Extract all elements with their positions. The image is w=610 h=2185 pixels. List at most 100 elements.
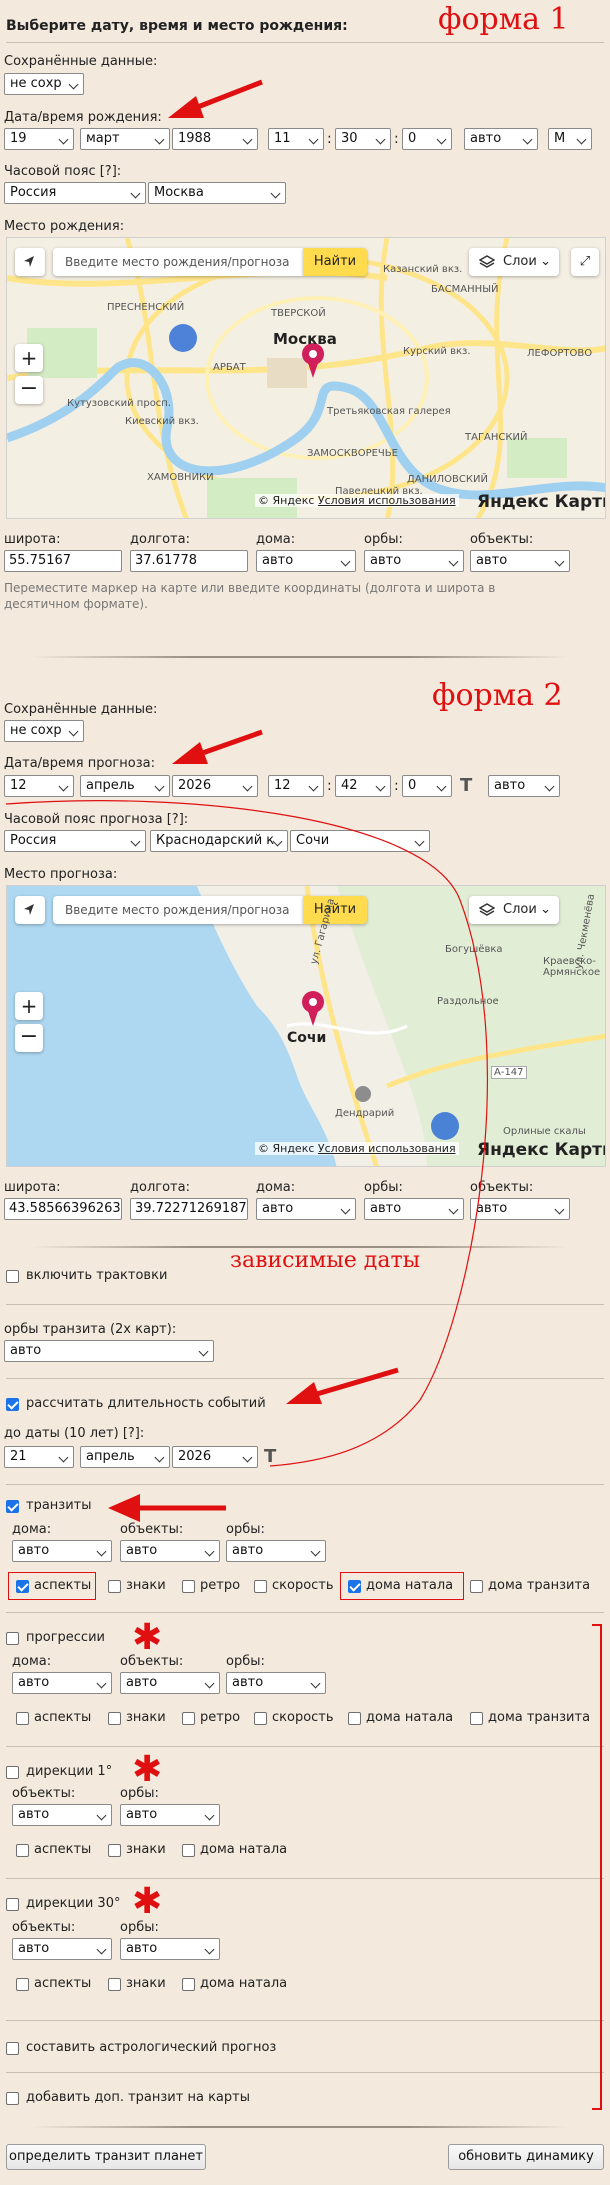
latitude-input-2[interactable]: 43.58566396263 bbox=[4, 1198, 122, 1220]
geolocate-button-2[interactable] bbox=[15, 896, 45, 924]
until-year-select[interactable]: 2026 bbox=[172, 1446, 258, 1468]
transits-natal-houses-checkbox[interactable] bbox=[348, 1580, 361, 1593]
forecast-country-select[interactable]: Россия bbox=[4, 830, 146, 852]
map-moscow-graphic bbox=[7, 238, 605, 518]
birth-year-select[interactable]: 1988 bbox=[172, 128, 258, 150]
objects-select[interactable]: авто bbox=[470, 550, 570, 572]
progressions-natal-houses-checkbox[interactable] bbox=[348, 1712, 361, 1725]
transits-natal-houses-label: дома натала bbox=[366, 1578, 454, 1593]
houses-select-2[interactable]: авто bbox=[256, 1198, 356, 1220]
forecast-city-select[interactable]: Сочи bbox=[290, 830, 430, 852]
progressions-retro-checkbox[interactable] bbox=[182, 1712, 195, 1725]
transits-checkbox[interactable] bbox=[6, 1500, 19, 1513]
zoom-out-button-2[interactable]: − bbox=[15, 1024, 43, 1052]
map-find-button[interactable]: Найти bbox=[303, 248, 367, 276]
directions30-natal-houses-checkbox[interactable] bbox=[182, 1978, 195, 1991]
progressions-aspects-checkbox[interactable] bbox=[16, 1712, 29, 1725]
progressions-objects-select[interactable]: авто bbox=[120, 1672, 220, 1694]
progressions-transit-houses-checkbox[interactable] bbox=[470, 1712, 483, 1725]
map-layers-button-2[interactable]: Слои ⌄ bbox=[469, 896, 559, 924]
transits-retro-checkbox[interactable] bbox=[182, 1580, 195, 1593]
orbs-select[interactable]: авто bbox=[364, 550, 464, 572]
gender-select[interactable]: М bbox=[548, 128, 592, 150]
add-transit-checkbox[interactable] bbox=[6, 2092, 19, 2105]
birth-second-select[interactable]: 0 bbox=[402, 128, 452, 150]
birth-hour-select[interactable]: 11 bbox=[268, 128, 324, 150]
saved-data-select[interactable]: не сохр bbox=[4, 73, 84, 95]
transits-orbs-select[interactable]: авто bbox=[226, 1540, 326, 1562]
fullscreen-button[interactable]: ⤢ bbox=[571, 248, 599, 276]
longitude-input-2[interactable]: 39.72271269187 bbox=[130, 1198, 248, 1220]
directions30-signs-checkbox[interactable] bbox=[108, 1978, 121, 1991]
transits-speed-checkbox[interactable] bbox=[254, 1580, 267, 1593]
directions1-natal-houses-checkbox[interactable] bbox=[182, 1844, 195, 1857]
progressions-speed-checkbox[interactable] bbox=[254, 1712, 267, 1725]
transits-signs-checkbox[interactable] bbox=[108, 1580, 121, 1593]
yandex-maps-logo: Яндекс Карты bbox=[477, 492, 606, 512]
forecast-hour-select[interactable]: 12 bbox=[268, 775, 324, 797]
map-layers-button[interactable]: Слои ⌄ bbox=[469, 248, 559, 276]
map-label: ХАМОВНИКИ bbox=[147, 472, 214, 483]
update-dynamics-button[interactable]: обновить динамику bbox=[448, 2144, 604, 2170]
map-sochi[interactable]: Введите место рождения/прогноза Найти Сл… bbox=[6, 885, 606, 1167]
now-time-icon[interactable]: T bbox=[460, 775, 472, 797]
country-select[interactable]: Россия bbox=[4, 182, 146, 204]
transit-orbs-select[interactable]: авто bbox=[4, 1340, 214, 1362]
progressions-houses-select[interactable]: авто bbox=[12, 1672, 112, 1694]
zoom-in-button[interactable]: + bbox=[15, 344, 43, 372]
map-search-input-2[interactable]: Введите место рождения/прогноза bbox=[53, 896, 303, 924]
objects-select-2[interactable]: авто bbox=[470, 1198, 570, 1220]
directions30-objects-select[interactable]: авто bbox=[12, 1938, 112, 1960]
directions1-checkbox[interactable] bbox=[6, 1766, 19, 1779]
transits-houses-select[interactable]: авто bbox=[12, 1540, 112, 1562]
houses-select[interactable]: авто bbox=[256, 550, 356, 572]
latitude-input[interactable]: 55.75167 bbox=[4, 550, 122, 572]
forecast-region-select[interactable]: Краснодарский к bbox=[150, 830, 288, 852]
progressions-checkbox[interactable] bbox=[6, 1632, 19, 1645]
transits-aspects-checkbox[interactable] bbox=[16, 1580, 29, 1593]
transits-objects-select[interactable]: авто bbox=[120, 1540, 220, 1562]
map-search-input[interactable]: Введите место рождения/прогноза bbox=[53, 248, 303, 276]
until-day-select[interactable]: 21 bbox=[4, 1446, 74, 1468]
forecast-second-select[interactable]: 0 bbox=[402, 775, 452, 797]
directions30-checkbox[interactable] bbox=[6, 1898, 19, 1911]
birth-auto-select[interactable]: авто bbox=[464, 128, 538, 150]
tractovki-checkbox[interactable] bbox=[6, 1270, 19, 1283]
duration-checkbox[interactable] bbox=[6, 1398, 19, 1411]
directions1-signs-checkbox[interactable] bbox=[108, 1844, 121, 1857]
now-date-icon[interactable]: T bbox=[264, 1446, 276, 1468]
forecast-checkbox[interactable] bbox=[6, 2042, 19, 2055]
directions30-orbs-select[interactable]: авто bbox=[120, 1938, 220, 1960]
city-select[interactable]: Москва bbox=[148, 182, 286, 204]
forecast-minute-select[interactable]: 42 bbox=[335, 775, 391, 797]
asterisk-icon: ✱ bbox=[132, 1617, 163, 1658]
birth-minute-select[interactable]: 30 bbox=[335, 128, 391, 150]
forecast-year-select[interactable]: 2026 bbox=[172, 775, 258, 797]
terms-link[interactable]: Условия использования bbox=[318, 494, 456, 507]
directions1-orbs-select[interactable]: авто bbox=[120, 1804, 220, 1826]
longitude-input[interactable]: 37.61778 bbox=[130, 550, 248, 572]
zoom-out-button[interactable]: − bbox=[15, 376, 43, 404]
map-label: Богушёвка bbox=[445, 944, 503, 955]
forecast-auto-select[interactable]: авто bbox=[488, 775, 560, 797]
directions30-aspects-checkbox[interactable] bbox=[16, 1978, 29, 1991]
forecast-day-select[interactable]: 12 bbox=[4, 775, 74, 797]
determine-transit-button[interactable]: определить транзит планет bbox=[6, 2144, 206, 2170]
directions1-objects-select[interactable]: авто bbox=[12, 1804, 112, 1826]
until-month-select[interactable]: апрель bbox=[80, 1446, 170, 1468]
progressions-aspects-label: аспекты bbox=[34, 1710, 92, 1725]
progressions-orbs-select[interactable]: авто bbox=[226, 1672, 326, 1694]
birth-day-select[interactable]: 19 bbox=[4, 128, 74, 150]
zoom-in-button-2[interactable]: + bbox=[15, 992, 43, 1020]
saved-data-select-2[interactable]: не сохр bbox=[4, 720, 84, 742]
orbs-select-2[interactable]: авто bbox=[364, 1198, 464, 1220]
progressions-signs-checkbox[interactable] bbox=[108, 1712, 121, 1725]
geolocate-button[interactable] bbox=[15, 248, 45, 276]
map-moscow[interactable]: Введите место рождения/прогноза Найти Сл… bbox=[6, 237, 606, 519]
birth-month-select[interactable]: март bbox=[80, 128, 170, 150]
transits-transit-houses-checkbox[interactable] bbox=[470, 1580, 483, 1593]
transits-orbs-label: орбы: bbox=[226, 1522, 265, 1537]
directions1-aspects-checkbox[interactable] bbox=[16, 1844, 29, 1857]
terms-link[interactable]: Условия использования bbox=[318, 1142, 456, 1155]
forecast-month-select[interactable]: апрель bbox=[80, 775, 170, 797]
